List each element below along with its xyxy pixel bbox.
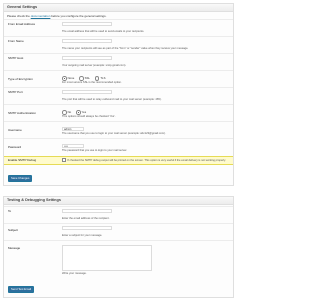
encryption-row: Type of Encryption None SSL TLS For most… <box>4 70 233 87</box>
encryption-ssl-radio[interactable] <box>79 76 84 81</box>
subject-desc: Enter a subject for your message. <box>62 234 103 237</box>
smtp-host-desc: Your outgoing mail server (example: smtp… <box>62 64 127 67</box>
message-desc: Write your message. <box>62 272 87 275</box>
password-field[interactable]: •••• <box>62 144 84 148</box>
username-field[interactable]: admin <box>62 127 84 131</box>
smtp-auth-desc: This options should always be checked 'Y… <box>62 115 116 118</box>
password-desc: The password that you use to login to yo… <box>62 149 128 152</box>
message-row: Message Write your message. <box>4 240 233 279</box>
documentation-link[interactable]: documentation <box>31 14 51 18</box>
smtp-host-field[interactable] <box>62 56 112 60</box>
from-email-row: From Email Address The email address tha… <box>4 19 233 36</box>
encryption-tls-radio[interactable] <box>94 76 100 81</box>
from-name-row: From Name The name your recipients will … <box>4 36 233 53</box>
smtp-debug-checkbox[interactable] <box>62 158 67 163</box>
smtp-host-label: SMTP Host <box>8 56 24 60</box>
smtp-auth-row: SMTP Authentication No Yes This options … <box>4 104 233 121</box>
username-label: Username <box>8 128 22 132</box>
subject-field[interactable] <box>62 226 112 230</box>
to-desc: Enter the email address of the recipient… <box>62 217 110 220</box>
subject-label: Subject <box>8 228 19 232</box>
from-name-desc: The name your recipients will see as par… <box>62 47 189 50</box>
smtp-auth-options: No Yes <box>62 110 90 115</box>
from-name-label: From Name <box>8 39 24 43</box>
smtp-host-row: SMTP Host Your outgoing mail server (exa… <box>4 53 233 70</box>
general-settings-panel: General Settings Please check the docume… <box>3 3 234 186</box>
from-email-label: From Email Address <box>8 22 36 26</box>
testing-settings-title: Testing & Debugging Settings <box>4 197 233 205</box>
message-label: Message <box>8 246 21 250</box>
to-field[interactable] <box>62 209 112 213</box>
from-email-field[interactable] <box>62 22 112 26</box>
to-row: To Enter the email address of the recipi… <box>4 206 233 223</box>
message-textarea[interactable] <box>62 245 152 271</box>
encryption-none-radio[interactable] <box>62 76 67 81</box>
username-row: Username admin The username that you use… <box>4 121 233 138</box>
testing-settings-panel: Testing & Debugging Settings To Enter th… <box>3 196 234 298</box>
to-label: To <box>8 209 12 213</box>
username-desc: The username that you use to login to yo… <box>62 132 166 135</box>
settings-page: General Settings Please check the docume… <box>0 0 235 300</box>
smtp-auth-yes-radio[interactable] <box>75 110 81 115</box>
smtp-auth-no-radio[interactable] <box>62 110 67 115</box>
smtp-port-row: SMTP Port The port that will be used to … <box>4 87 233 104</box>
password-label: Password <box>8 145 22 149</box>
general-settings-title: General Settings <box>4 4 233 12</box>
smtp-port-desc: The port that will be used to relay outb… <box>62 98 162 101</box>
subject-row: Subject Enter a subject for your message… <box>4 223 233 240</box>
save-changes-button[interactable]: Save Changes <box>8 175 33 182</box>
encryption-desc: For most servers SSL is the recommended … <box>62 81 122 84</box>
from-name-field[interactable] <box>62 39 112 43</box>
password-row: Password •••• The password that you use … <box>4 138 233 155</box>
from-email-desc: The email address that will be used to s… <box>62 30 145 33</box>
send-test-email-button[interactable]: Send Test Email <box>8 286 35 293</box>
smtp-auth-label: SMTP Authentication <box>8 111 36 115</box>
smtp-debug-label: Enable SMTP Debug <box>8 158 37 162</box>
smtp-debug-desc: If checked the SMTP debug output will be… <box>62 158 230 163</box>
encryption-options: None SSL TLS <box>62 76 109 81</box>
encryption-label: Type of Encryption <box>8 77 33 81</box>
smtp-port-label: SMTP Port <box>8 90 23 94</box>
smtp-port-field[interactable] <box>62 90 112 94</box>
smtp-debug-row: Enable SMTP Debug If checked the SMTP de… <box>4 156 233 165</box>
